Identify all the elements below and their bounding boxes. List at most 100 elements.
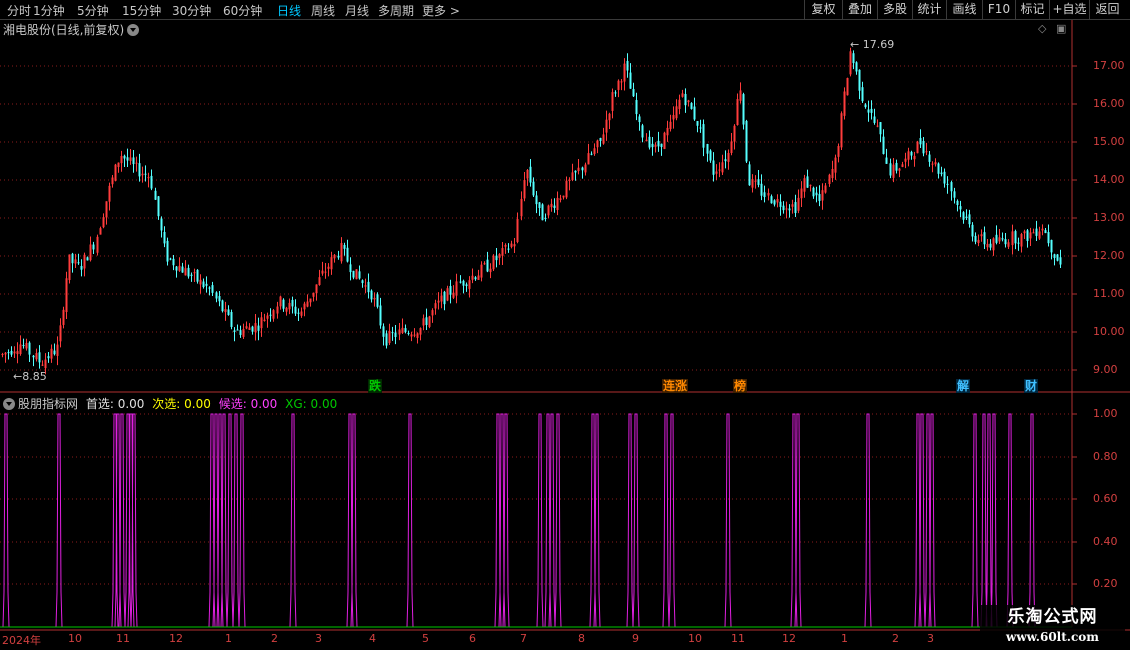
candle-body [986,243,989,248]
period-tab-more[interactable]: 更多 > [422,2,460,19]
candlestick-chart[interactable] [0,0,1130,650]
candle-body [1059,257,1062,265]
candle-body [300,311,303,316]
candle-body [1044,230,1047,234]
candle-body [840,113,843,148]
overlay-button[interactable]: 叠加 [842,0,877,19]
candle-body [251,326,254,332]
event-marker-fall[interactable]: 跌 [368,379,383,393]
candle-body [215,292,218,299]
candle-body [352,270,355,278]
candle-body [1029,232,1032,239]
date-label: 10 [68,632,82,645]
candle-body [1053,254,1056,259]
diamond-icon[interactable]: ◇ [1038,22,1046,35]
signal-spike [502,413,510,628]
period-tab-weekly[interactable]: 周线 [311,2,335,19]
signal-spike [1028,413,1036,628]
period-tab-5min[interactable]: 5分钟 [77,2,109,19]
candle-body [913,155,916,160]
signal-spike [554,413,562,628]
candle-body [757,179,760,185]
candle-body [529,166,532,183]
chart-title[interactable]: 湘电股份(日线,前复权) [3,21,140,38]
candle-body [297,312,300,314]
candle-body [32,355,35,358]
candle-body [449,286,452,295]
candle-body [861,87,864,102]
period-tab-15min[interactable]: 15分钟 [122,2,161,19]
candle-body [199,279,202,285]
chevron-down-icon[interactable] [127,24,140,36]
period-tab-60min[interactable]: 60分钟 [223,2,262,19]
candle-body [459,281,462,283]
restore-rights-button[interactable]: 复权 [804,0,842,19]
event-marker-unlock[interactable]: 解 [956,379,971,393]
statistics-button[interactable]: 统计 [912,0,946,19]
candle-body [568,179,571,181]
candle-body [699,127,702,129]
candle-body [202,281,205,288]
candle-body [574,170,577,173]
candlesticks [1,47,1062,375]
draw-line-button[interactable]: 画线 [946,0,982,19]
mark-button[interactable]: 标记 [1015,0,1049,19]
date-label: 6 [469,632,476,645]
candle-body [953,191,956,198]
candle-body [834,157,837,173]
indicator-signals [2,413,1036,628]
signal-spike [118,413,126,628]
multi-stock-button[interactable]: 多股 [877,0,912,19]
signal-spike [626,413,634,628]
candle-body [992,238,995,251]
candle-body [117,162,120,168]
signal-spike [114,413,122,628]
candle-body [1,353,4,355]
period-tab-monthly[interactable]: 月线 [345,2,369,19]
add-watchlist-button[interactable]: +自选 [1049,0,1089,19]
indicator-title[interactable]: 股朋指标网 首选: 0.00 次选: 0.00 候选: 0.00 XG: 0.0… [3,395,337,412]
date-label: 4 [369,632,376,645]
f10-button[interactable]: F10 [982,0,1015,19]
chevron-down-icon[interactable] [3,398,15,410]
candle-body [437,300,440,303]
candle-body [873,116,876,123]
candle-body [974,235,977,242]
signal-spike [212,413,220,628]
candle-body [1050,239,1053,253]
indicator-tick-1: 1.00 [1093,407,1118,420]
signal-spike [289,413,297,628]
candle-body [254,323,257,333]
candle-body [208,287,211,289]
event-marker-finance[interactable]: 财 [1024,379,1039,393]
candle-body [504,244,507,247]
signal-spike [111,413,119,628]
signal-spike [232,413,240,628]
event-marker-list[interactable]: 榜 [733,379,748,393]
candle-body [282,299,285,309]
period-tab-intraday[interactable]: 分时 [7,2,31,19]
candle-body [50,348,53,359]
window-icon[interactable]: ▣ [1056,22,1066,35]
watermark-url: www.60lt.com [1006,630,1099,644]
candle-body [946,183,949,185]
candle-body [565,180,568,198]
candle-body [498,254,501,258]
signal-spike [124,413,132,628]
candle-body [382,326,385,337]
period-tab-daily[interactable]: 日线 [277,2,301,19]
candle-body [172,258,175,266]
candle-body [885,157,888,164]
candle-body [211,285,214,293]
period-tab-multi[interactable]: 多周期 [378,2,414,19]
candle-body [645,139,648,142]
event-marker-consecutive-rise[interactable]: 连涨 [662,379,689,393]
period-tab-1min[interactable]: 1分钟 [33,2,65,19]
back-button[interactable]: 返回 [1089,0,1125,19]
candle-body [617,80,620,90]
candle-body [465,284,468,287]
period-tab-30min[interactable]: 30分钟 [172,2,211,19]
candle-body [422,318,425,326]
candle-body [773,200,776,205]
candle-body [733,125,736,142]
